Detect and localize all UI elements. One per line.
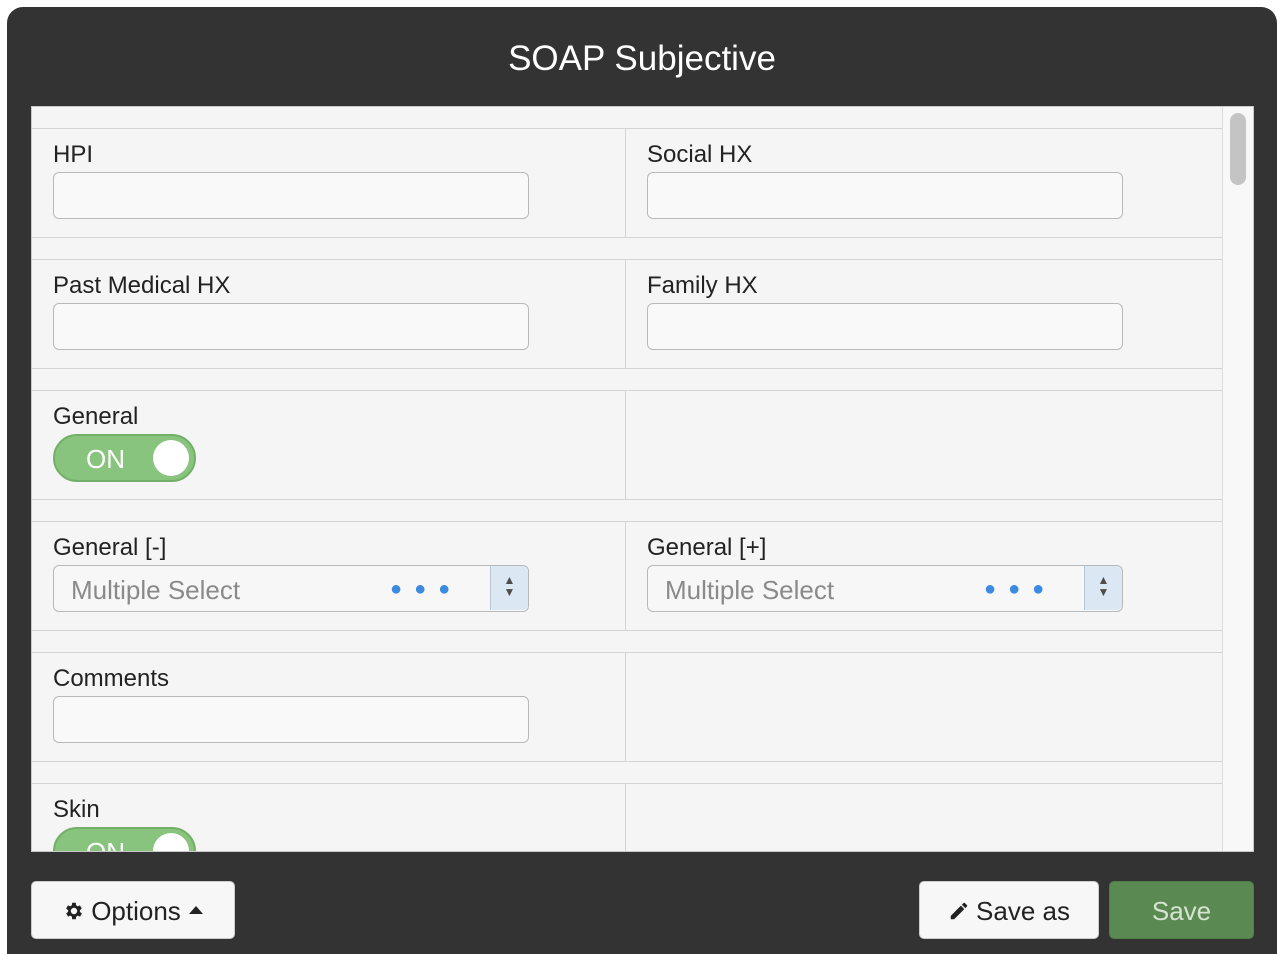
family-hx-label: Family HX [647,272,758,299]
options-label: Options [91,896,181,926]
skin-cell: Skin ON [32,784,626,852]
form-row-skin: Skin ON [32,783,1222,852]
general-neg-cell: General [-] Multiple Select ●●● ▲ ▼ [32,522,626,630]
past-medical-hx-cell: Past Medical HX [32,260,626,368]
vertical-scrollbar[interactable] [1222,107,1253,851]
dialog-title: SOAP Subjective [508,39,776,78]
family-hx-cell: Family HX [626,260,1222,368]
empty-cell [626,391,1222,499]
pencil-icon [950,902,968,920]
empty-cell [626,653,1222,761]
past-medical-hx-label: Past Medical HX [53,272,231,299]
form-row-hpi-social: HPI Social HX [32,128,1222,238]
comments-label: Comments [53,665,170,692]
general-pos-label: General [+] [647,534,767,561]
social-hx-label: Social HX [647,141,753,168]
general-cell: General ON [32,391,626,499]
hpi-cell: HPI [32,129,626,237]
updown-arrows-icon[interactable]: ▲ ▼ [490,566,528,610]
toggle-knob [153,833,189,851]
social-hx-input[interactable] [647,172,1123,219]
skin-label: Skin [53,796,100,823]
comments-input[interactable] [53,696,529,743]
general-neg-label: General [-] [53,534,167,561]
skin-toggle[interactable]: ON [53,827,196,852]
caret-up-icon [188,906,203,915]
family-hx-input[interactable] [647,303,1123,350]
general-toggle-text: ON [86,444,125,474]
form-row-general: General ON [32,390,1222,500]
social-hx-cell: Social HX [626,129,1222,237]
general-pos-multiselect[interactable]: Multiple Select ●●● ▲ ▼ [647,565,1123,612]
toggle-knob [153,440,189,476]
hpi-input[interactable] [53,172,529,219]
updown-arrows-icon[interactable]: ▲ ▼ [1084,566,1122,610]
general-neg-multiselect[interactable]: Multiple Select ●●● ▲ ▼ [53,565,529,612]
form-scroll-area[interactable]: HPI Social HX Past Medical HX Family HX [31,106,1254,852]
general-toggle[interactable]: ON [53,434,196,482]
past-medical-hx-input[interactable] [53,303,529,350]
ellipsis-icon: ●●● [984,578,1057,600]
general-pos-placeholder: Multiple Select [665,575,835,605]
hpi-label: HPI [53,141,94,168]
empty-cell [626,784,1222,851]
form-row-pmh-family: Past Medical HX Family HX [32,259,1222,369]
general-pos-cell: General [+] Multiple Select ●●● ▲ ▼ [626,522,1222,630]
save-as-label: Save as [976,896,1070,926]
gear-icon [66,902,83,920]
form-row-comments: Comments [32,652,1222,762]
skin-toggle-text: ON [86,837,125,852]
save-button[interactable]: Save [1109,881,1254,939]
general-neg-placeholder: Multiple Select [71,575,241,605]
soap-subjective-dialog: SOAP Subjective HPI Social HX Past Medic… [7,7,1277,954]
general-label: General [53,403,139,430]
ellipsis-icon: ●●● [390,578,463,600]
options-button[interactable]: Options [31,881,235,939]
save-as-button[interactable]: Save as [919,881,1099,939]
form-row-general-pos-neg: General [-] Multiple Select ●●● ▲ ▼ Gener… [32,521,1222,631]
scrollbar-thumb[interactable] [1230,113,1246,185]
comments-cell: Comments [32,653,626,761]
